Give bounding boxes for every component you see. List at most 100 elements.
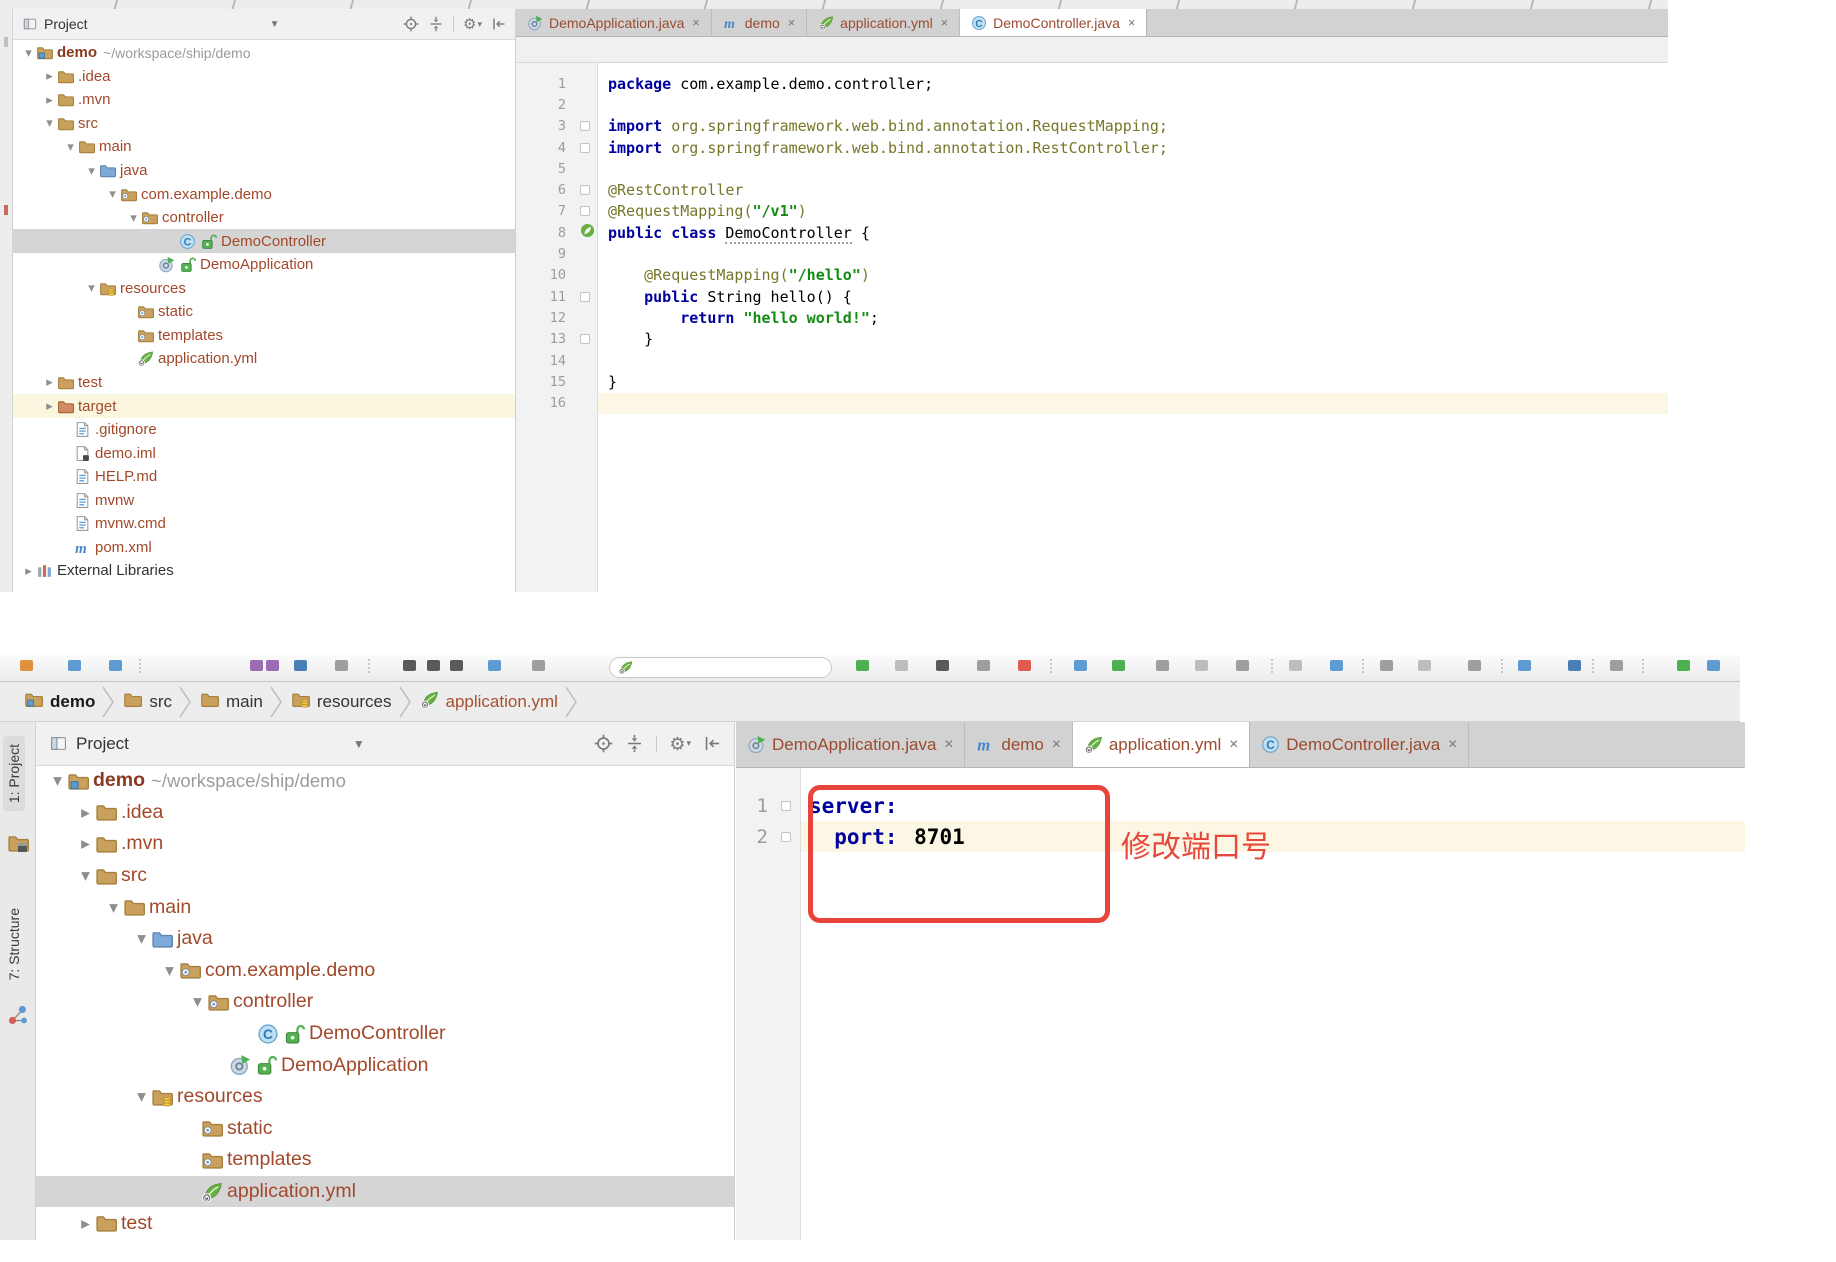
tree-toggle-icon[interactable]: ▸ — [76, 833, 95, 854]
tab-close-icon[interactable]: × — [944, 736, 953, 754]
tree-toggle-icon[interactable]: ▾ — [188, 991, 207, 1012]
tree-item-mvnw-cmd[interactable]: mvnw.cmd — [13, 512, 515, 536]
hide-panel-pin-icon[interactable] — [491, 16, 507, 32]
toolbar-icon-sliver[interactable] — [266, 660, 279, 671]
tree-toggle-icon[interactable]: ▾ — [160, 960, 179, 981]
tab-application-yml[interactable]: application.yml× — [1073, 722, 1250, 767]
line-number[interactable]: 5 — [516, 161, 572, 177]
tab-close-icon[interactable]: × — [941, 16, 948, 30]
tree-item-demo[interactable]: ▾demo~/workspace/ship/demo — [13, 41, 515, 65]
line-number[interactable]: 14 — [516, 353, 572, 369]
tree-toggle-icon[interactable]: ▾ — [84, 280, 99, 296]
line-number[interactable]: 7 — [516, 203, 572, 219]
tree-item-test[interactable]: ▸test — [36, 1207, 734, 1239]
gear-icon[interactable]: ⚙▾ — [669, 735, 691, 753]
toolbar-icon-sliver[interactable] — [1418, 660, 1431, 671]
tab-close-icon[interactable]: × — [692, 16, 699, 30]
line-number[interactable]: 6 — [516, 182, 572, 198]
chevron-down-icon[interactable]: ▼ — [353, 737, 365, 751]
tree-item-gitignore[interactable]: .gitignore — [13, 418, 515, 442]
fold-marker-icon[interactable] — [781, 832, 791, 842]
tab-close-icon[interactable]: × — [1448, 736, 1457, 754]
run-configuration-box[interactable] — [609, 657, 832, 678]
locate-target-icon[interactable] — [403, 16, 419, 32]
toolbar-icon-sliver[interactable] — [427, 660, 440, 671]
fold-marker-icon[interactable] — [580, 206, 590, 216]
fold-marker-icon[interactable] — [580, 292, 590, 302]
tree-toggle-icon[interactable]: ▾ — [132, 1086, 151, 1107]
tree-item-mvn[interactable]: ▸.mvn — [36, 828, 734, 860]
breadcrumb-item-resources[interactable]: resources — [285, 690, 396, 714]
line-number[interactable]: 13 — [516, 331, 572, 347]
tree-toggle-icon[interactable]: ▸ — [76, 1213, 95, 1234]
tree-toggle-icon[interactable]: ▾ — [105, 186, 120, 202]
tab-close-icon[interactable]: × — [1052, 736, 1061, 754]
tree-toggle-icon[interactable]: ▸ — [42, 92, 57, 108]
tree-toggle-icon[interactable]: ▸ — [42, 398, 57, 414]
hide-panel-pin-icon[interactable] — [703, 734, 722, 753]
tree-toggle-icon[interactable]: ▾ — [126, 210, 141, 226]
tree-item-templates[interactable]: templates — [13, 324, 515, 348]
tab-demoapplication-java[interactable]: DemoApplication.java× — [516, 9, 712, 36]
toolbar-icon-sliver[interactable] — [895, 660, 908, 671]
tree-item-demo-iml[interactable]: demo.iml — [13, 441, 515, 465]
toolbar-icon-sliver[interactable] — [250, 660, 263, 671]
tree-item-idea[interactable]: ▸.idea — [13, 65, 515, 89]
toolbar-icon-sliver[interactable] — [1195, 660, 1208, 671]
toolbar-icon-sliver[interactable] — [1707, 660, 1720, 671]
tree-item-src[interactable]: ▾src — [36, 860, 734, 892]
tree-toggle-icon[interactable]: ▾ — [48, 770, 67, 791]
line-number[interactable]: 11 — [516, 289, 572, 305]
fold-marker-icon[interactable] — [580, 334, 590, 344]
tree-toggle-icon[interactable]: ▾ — [63, 139, 78, 155]
tree-item-demoapplication[interactable]: DemoApplication — [36, 1049, 734, 1081]
line-number[interactable]: 2 — [516, 97, 572, 113]
tool-window-tab-structure[interactable]: 7: Structure — [3, 902, 25, 986]
tab-close-icon[interactable]: × — [1229, 736, 1238, 754]
toolbar-icon-sliver[interactable] — [1236, 660, 1249, 671]
toolbar-icon-sliver[interactable] — [20, 660, 33, 671]
tool-window-tab-project[interactable]: 1: Project — [3, 736, 25, 811]
tree-item-static[interactable]: static — [36, 1113, 734, 1145]
toolbar-icon-sliver[interactable] — [1330, 660, 1343, 671]
breadcrumb-item-main[interactable]: main — [194, 690, 267, 714]
toolbar-icon-sliver[interactable] — [68, 660, 81, 671]
tree-toggle-icon[interactable]: ▸ — [42, 68, 57, 84]
toolbar-icon-sliver[interactable] — [1112, 660, 1125, 671]
line-number[interactable]: 12 — [516, 310, 572, 326]
toolbar-icon-sliver[interactable] — [1568, 660, 1581, 671]
line-number[interactable]: 15 — [516, 374, 572, 390]
line-number[interactable]: 9 — [516, 246, 572, 262]
tree-item-demo[interactable]: ▾demo~/workspace/ship/demo — [36, 765, 734, 797]
line-number[interactable]: 1 — [736, 795, 773, 817]
toolbar-icon-sliver[interactable] — [1289, 660, 1302, 671]
code-editor[interactable]: 1package com.example.demo.controller;23i… — [516, 63, 1668, 592]
tree-toggle-icon[interactable]: ▸ — [42, 374, 57, 390]
toolbar-icon-sliver[interactable] — [936, 660, 949, 671]
tree-item-controller[interactable]: ▾controller — [36, 986, 734, 1018]
tree-item-java[interactable]: ▾java — [36, 923, 734, 955]
tree-toggle-icon[interactable]: ▾ — [84, 163, 99, 179]
tree-item-resources[interactable]: ▾resources — [36, 1081, 734, 1113]
tree-item-resources[interactable]: ▾resources — [13, 277, 515, 301]
tree-item-idea[interactable]: ▸.idea — [36, 797, 734, 829]
line-number[interactable]: 1 — [516, 76, 572, 92]
collapse-all-icon[interactable] — [625, 734, 644, 753]
toolbar-icon-sliver[interactable] — [1610, 660, 1623, 671]
line-number[interactable]: 3 — [516, 118, 572, 134]
tab-demoapplication-java[interactable]: DemoApplication.java× — [736, 722, 965, 767]
toolbar-icon-sliver[interactable] — [109, 660, 122, 671]
tab-democontroller-java[interactable]: CDemoController.java× — [960, 9, 1147, 36]
tree-item-application-yml[interactable]: application.yml — [13, 347, 515, 371]
tree-item-com-example-demo[interactable]: ▾com.example.demo — [36, 955, 734, 987]
line-number[interactable]: 2 — [736, 826, 773, 848]
line-number[interactable]: 4 — [516, 140, 572, 156]
tree-toggle-icon[interactable]: ▸ — [21, 563, 36, 579]
toolbar-icon-sliver[interactable] — [403, 660, 416, 671]
tree-item-pom-xml[interactable]: mpom.xml — [13, 536, 515, 560]
locate-target-icon[interactable] — [594, 734, 613, 753]
tree-toggle-icon[interactable]: ▾ — [42, 115, 57, 131]
toolbar-icon-sliver[interactable] — [450, 660, 463, 671]
fold-marker-icon[interactable] — [580, 185, 590, 195]
toolbar-icon-sliver[interactable] — [856, 660, 869, 671]
